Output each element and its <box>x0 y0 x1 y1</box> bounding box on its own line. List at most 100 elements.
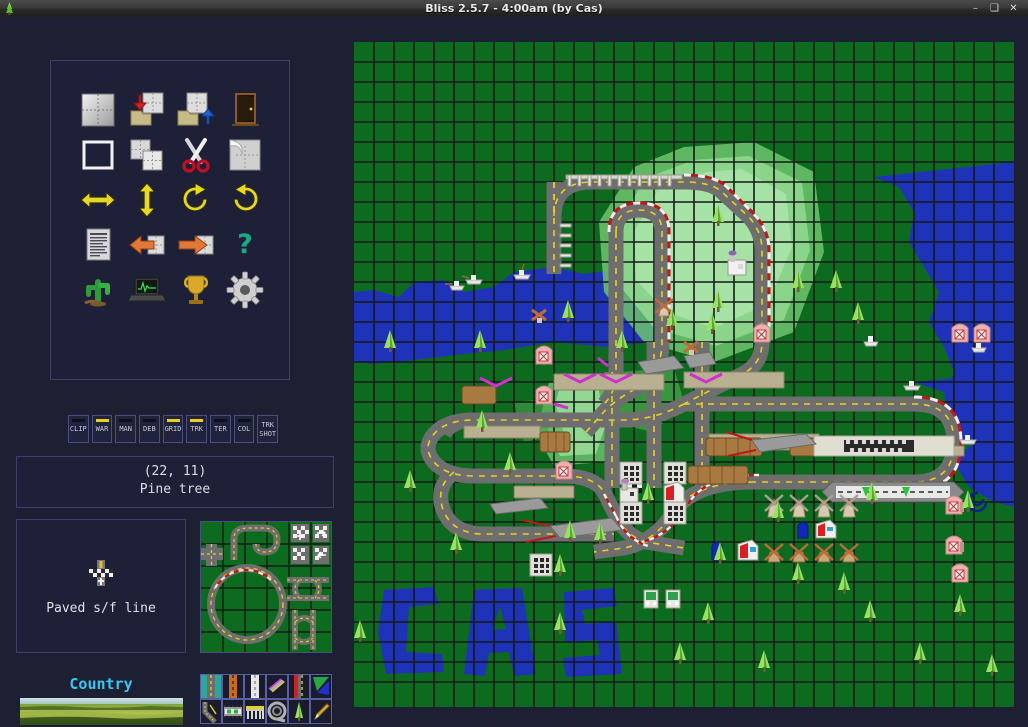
selected-piece-label: Paved s/f line <box>46 601 156 616</box>
settings-button[interactable] <box>220 267 269 312</box>
trophy-icon <box>183 275 208 304</box>
close-button[interactable]: ✕ <box>1007 3 1020 14</box>
help-button[interactable]: ? <box>220 222 269 267</box>
toggle-ter-label: TER <box>214 425 227 433</box>
category-grandstand[interactable] <box>244 699 266 724</box>
category-road-paved[interactable] <box>200 674 222 699</box>
import-left-icon <box>128 234 164 255</box>
road-paved-icon <box>201 675 221 698</box>
flip-horizontal-icon <box>79 190 116 209</box>
toggle-man-label: MAN <box>119 425 132 433</box>
category-road-white-line[interactable] <box>244 674 266 699</box>
category-terrain-hill[interactable] <box>310 674 332 699</box>
cut-button[interactable] <box>171 132 220 177</box>
toggle-col-lamp <box>237 419 251 422</box>
pit-lane-icon <box>223 700 243 723</box>
category-kerb-stripe[interactable] <box>288 674 310 699</box>
rotate-clockwise-button[interactable] <box>171 177 220 222</box>
copy-tiles-icon <box>130 139 162 170</box>
category-grid <box>200 674 332 724</box>
exit-door-icon <box>231 92 259 126</box>
open-map-icon <box>130 92 163 125</box>
barn <box>945 495 964 515</box>
toggle-button-row: CLIP WAR MAN DEB GRID TRK TER COL TRK SH… <box>68 415 279 445</box>
tool-grid: ? <box>73 87 269 312</box>
toggle-clip[interactable]: CLIP <box>68 415 89 443</box>
import-button[interactable] <box>122 222 171 267</box>
cursor-coordinates: (22, 11) <box>143 464 207 479</box>
title-bar: Bliss 2.5.7 - 4:00am (by Cas) – ❑ ✕ <box>0 0 1028 18</box>
export-button[interactable] <box>171 222 220 267</box>
championship-button[interactable] <box>171 267 220 312</box>
undo-arrow-icon <box>232 181 259 212</box>
theme-label: Country <box>69 675 133 693</box>
cut-scissors-icon <box>181 137 210 173</box>
toggle-trk[interactable]: TRK <box>186 415 208 443</box>
toggle-trkshot-label-line2: SHOT <box>259 430 277 438</box>
open-map-button[interactable] <box>122 87 171 132</box>
toggle-war-lamp <box>95 419 109 422</box>
left-sidebar: ? CLIP WAR MAN DEB GRID TRK TER COL TRK … <box>0 17 352 727</box>
toggle-ter[interactable]: TER <box>210 415 231 443</box>
new-map-button[interactable] <box>73 87 122 132</box>
new-map-icon <box>81 93 114 126</box>
svg-text:?: ? <box>237 229 253 260</box>
category-road-junction[interactable] <box>200 699 222 724</box>
copy-button[interactable] <box>122 132 171 177</box>
terrain-hill-icon <box>311 675 331 698</box>
scenery-cactus-icon <box>83 278 110 306</box>
category-pencil-tool[interactable] <box>310 699 332 724</box>
toggle-ter-lamp <box>214 419 228 422</box>
maximize-button[interactable]: ❑ <box>988 3 1001 14</box>
map-canvas <box>354 42 1014 707</box>
flip-horizontal-button[interactable] <box>73 177 122 222</box>
toggle-war-label: WAR <box>95 425 109 433</box>
toggle-grid[interactable]: GRID <box>162 415 184 443</box>
category-tunnel-loop[interactable] <box>266 699 288 724</box>
toggle-col[interactable]: COL <box>233 415 255 443</box>
category-bridge-ramp[interactable] <box>266 674 288 699</box>
tunnel-loop-icon <box>267 700 287 723</box>
pencil-tool-icon <box>311 700 331 723</box>
rotate-clockwise-icon <box>181 181 208 212</box>
map-properties-button[interactable] <box>73 222 122 267</box>
map-properties-icon <box>86 228 110 260</box>
flip-vertical-icon <box>137 181 156 218</box>
test-preview-button[interactable] <box>122 267 171 312</box>
toggle-grid-lamp <box>166 419 180 422</box>
paste-page-icon <box>229 138 260 170</box>
toggle-man[interactable]: MAN <box>115 415 137 443</box>
theme-thumbnail <box>20 698 183 725</box>
bridge-ramp-icon <box>267 675 287 698</box>
toggle-war[interactable]: WAR <box>91 415 113 443</box>
help-question-icon: ? <box>237 229 253 260</box>
tile-name: Pine tree <box>139 482 211 497</box>
toggle-grid-label: GRID <box>164 425 182 433</box>
scenery-button[interactable] <box>73 267 122 312</box>
pine-tree-icon <box>289 700 309 723</box>
undo-button[interactable] <box>220 177 269 222</box>
export-right-icon <box>178 234 213 255</box>
toggle-deb-label: DEB <box>143 425 156 433</box>
toggle-trk-lamp <box>190 419 204 422</box>
toggle-trkshot[interactable]: TRK SHOT <box>257 415 279 443</box>
toggle-man-lamp <box>119 419 133 422</box>
category-road-dirt[interactable] <box>222 674 244 699</box>
minimize-button[interactable]: – <box>969 3 982 14</box>
category-pine-tree[interactable] <box>288 699 310 724</box>
paste-button[interactable] <box>220 132 269 177</box>
toggle-deb-lamp <box>143 419 157 422</box>
category-pit-lane[interactable] <box>222 699 244 724</box>
app-window: Bliss 2.5.7 - 4:00am (by Cas) – ❑ ✕ ? CL… <box>0 0 1028 727</box>
exit-button[interactable] <box>220 87 269 132</box>
track-piece-palette[interactable] <box>200 521 332 653</box>
palette-canvas <box>201 522 331 652</box>
save-map-button[interactable] <box>171 87 220 132</box>
toggle-col-label: COL <box>237 425 251 433</box>
laptop-monitor-icon <box>127 277 166 301</box>
road-dirt-icon <box>223 675 243 698</box>
map-viewport[interactable] <box>354 42 1014 707</box>
toggle-deb[interactable]: DEB <box>139 415 160 443</box>
select-button[interactable] <box>73 132 122 177</box>
flip-vertical-button[interactable] <box>122 177 171 222</box>
